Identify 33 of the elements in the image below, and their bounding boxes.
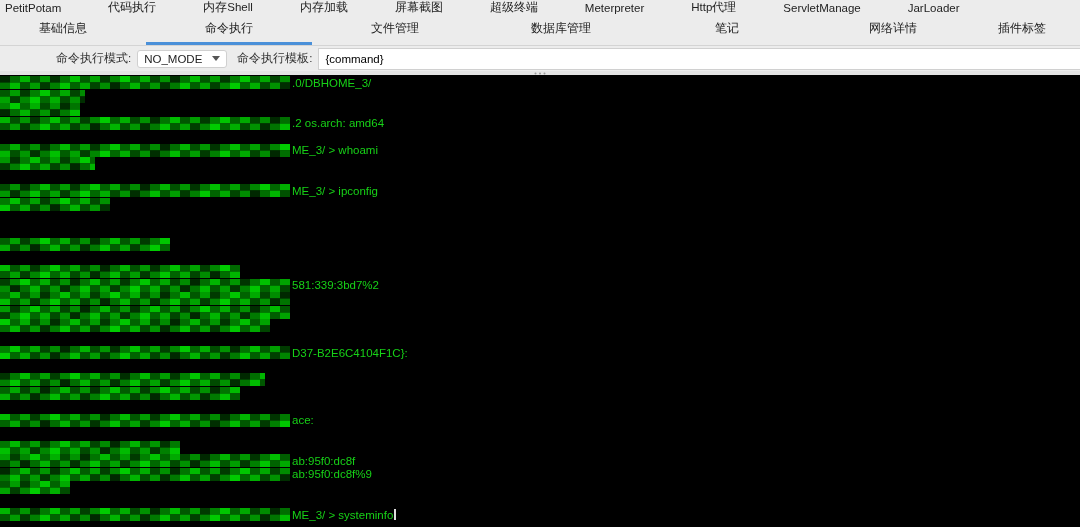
plugin-tab[interactable]: 屏幕截图 xyxy=(394,0,443,15)
mode-label: 命令执行模式: xyxy=(56,51,132,66)
plugin-tab[interactable]: Meterpreter xyxy=(584,1,645,14)
caret-icon xyxy=(212,56,221,61)
terminal-output: D37-B2E6C4104F1C}: xyxy=(292,346,408,359)
terminal-output: ab:95f0:dc8f xyxy=(292,454,356,467)
terminal-output: ace: xyxy=(292,414,314,427)
plugin-tab[interactable]: JarLoader xyxy=(907,1,960,14)
text-cursor xyxy=(394,509,397,521)
mode-dropdown[interactable]: NO_MODE xyxy=(137,49,228,68)
plugin-tab[interactable]: 代码执行 xyxy=(108,0,157,15)
terminal-output: ab:95f0:dc8f%9 xyxy=(292,468,372,481)
plugin-tab[interactable]: ServletManage xyxy=(783,1,861,14)
terminal-output: .2 os.arch: amd64 xyxy=(292,117,385,130)
plugin-tab[interactable]: 超级终端 xyxy=(489,0,538,15)
template-field[interactable]: {command} xyxy=(318,47,1080,70)
terminal-output: .0/DBHOME_3/ xyxy=(292,76,372,89)
plugin-tab[interactable]: Http代理 xyxy=(691,0,737,15)
tab[interactable]: 网络详情 xyxy=(810,15,976,45)
terminal-output: 581:339:3bd7%2 xyxy=(292,279,379,292)
tab[interactable]: 数据库管理 xyxy=(478,15,644,45)
grip-icon[interactable] xyxy=(534,71,546,75)
plugin-tab[interactable]: 内存加载 xyxy=(299,0,348,15)
terminal-output: ME_3/ > whoami xyxy=(292,144,378,157)
tab[interactable]: 笔记 xyxy=(644,15,810,45)
terminal-output: ME_3/ > systeminfo xyxy=(292,508,394,521)
tab[interactable]: 插件标签 xyxy=(976,15,1046,45)
terminal-output: ME_3/ > ipconfig xyxy=(292,184,378,197)
tab[interactable]: 文件管理 xyxy=(312,15,478,45)
template-label: 命令执行模板: xyxy=(237,51,313,66)
plugin-tab[interactable]: 内存Shell xyxy=(203,0,253,15)
tab[interactable]: 基础信息 xyxy=(0,15,146,45)
plugin-tab[interactable]: PetitPotam xyxy=(5,1,62,14)
